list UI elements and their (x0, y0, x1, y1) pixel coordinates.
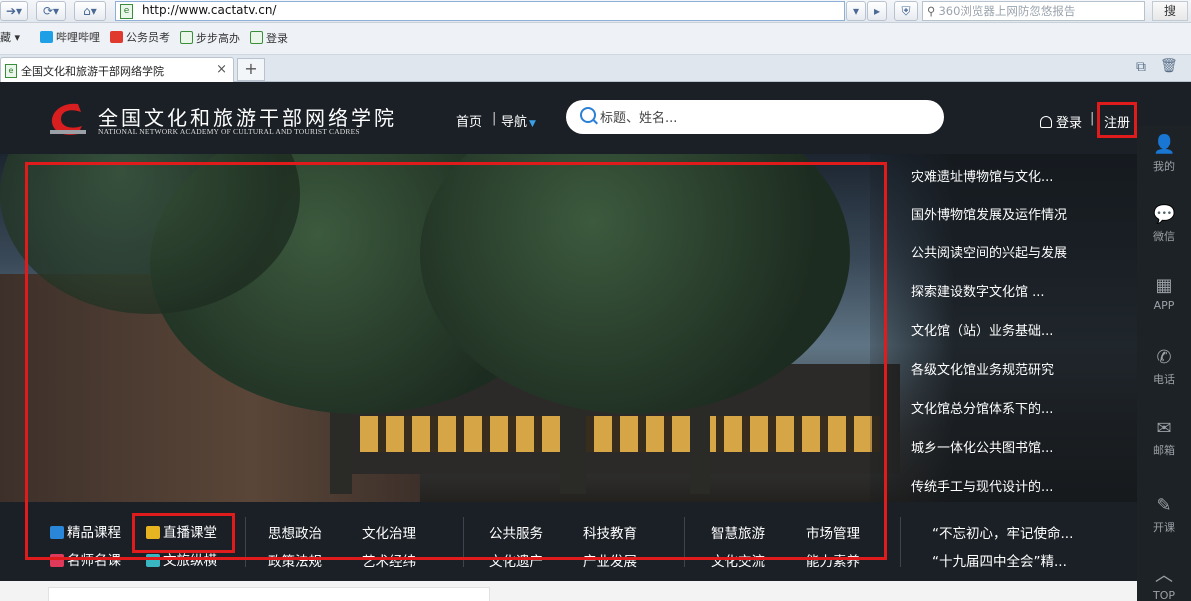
site-search-input[interactable] (598, 108, 922, 128)
content-strip (0, 581, 1137, 601)
site-search-box (566, 100, 944, 134)
website: 全国文化和旅游干部网络学院 NATIONAL NETWORK ACADEMY O… (0, 82, 1191, 601)
bookmark-icon (110, 31, 123, 43)
promo-link[interactable]: “十九届四中全会”精... (932, 550, 1067, 570)
divider (900, 517, 901, 567)
restore-icon[interactable]: ⧉ (1136, 59, 1146, 75)
user-icon: 👤 (1153, 134, 1176, 155)
toolbar-back-to-top[interactable]: ︿ TOP (1137, 566, 1191, 601)
favorites-menu[interactable]: 藏 ▾ (0, 31, 20, 45)
tab-title: 全国文化和旅游干部网络学院 (21, 65, 164, 78)
favorite-bilibili[interactable]: 哔哩哔哩 (40, 31, 100, 45)
news-item[interactable]: 灾难遗址博物馆与文化... (911, 166, 1101, 185)
search-icon[interactable] (580, 107, 596, 123)
home-button[interactable]: ⌂▾ (74, 1, 106, 21)
url-field[interactable]: e http://www.cactatv.cn/ (115, 1, 845, 21)
nav-home-link[interactable]: 首页 (456, 111, 482, 130)
url-dropdown-button[interactable]: ▾ (846, 1, 866, 21)
search-placeholder: 360浏览器上网防忽悠报告 (938, 4, 1076, 18)
toolbar-mail[interactable]: ✉ 邮箱 (1137, 419, 1191, 458)
trash-icon[interactable]: 🗑 (1160, 58, 1178, 74)
refresh-icon: ⟳▾ (42, 4, 60, 18)
news-item[interactable]: 各级文化馆业务规范研究 (911, 359, 1101, 378)
logo-subtitle: NATIONAL NETWORK ACADEMY OF CULTURAL AND… (98, 127, 360, 136)
new-tab-button[interactable]: + (237, 58, 265, 81)
tab-bar: e 全国文化和旅游干部网络学院 × + ⧉ 🗑 (0, 55, 1191, 82)
nav-guide-menu[interactable]: 导航 ▼ (501, 111, 536, 130)
toolbar-wechat[interactable]: 💬 微信 (1137, 205, 1191, 244)
favorite-civil-exam[interactable]: 公务员考 (110, 31, 170, 45)
news-item[interactable]: 公共阅读空间的兴起与发展 (911, 242, 1101, 261)
security-button[interactable]: ⛨ (894, 1, 918, 21)
promo-link[interactable]: “不忘初心，牢记使命... (932, 522, 1073, 542)
chevron-up-icon: ︿ (1155, 565, 1173, 586)
news-item[interactable]: 文化馆总分馆体系下的... (911, 398, 1101, 417)
browser-search-input[interactable]: ⚲ 360浏览器上网防忽悠报告 (922, 1, 1145, 21)
news-item[interactable]: 文化馆（站）业务基础... (911, 320, 1101, 339)
wechat-icon: 💬 (1153, 204, 1176, 225)
play-arrow-icon: ▸ (873, 4, 881, 18)
right-toolbar: 👤 我的 💬 微信 ▦ APP ✆ 电话 ✉ 邮箱 ✎ 开课 ︿ TOP (1137, 126, 1191, 601)
search-icon: ⚲ (927, 4, 936, 18)
caret-down-icon: ▼ (529, 119, 536, 129)
live-class-highlight (132, 513, 235, 553)
chevron-down-icon: ▾ (852, 4, 860, 18)
register-link[interactable]: 注册 (1104, 112, 1130, 131)
go-button[interactable]: ▸ (867, 1, 887, 21)
mail-icon: ✉ (1156, 418, 1172, 439)
favorites-bar: 藏 ▾ 哔哩哔哩 公务员考 步步高办 登录 (0, 23, 1191, 55)
toolbar-phone[interactable]: ✆ 电话 (1137, 348, 1191, 387)
browser-address-bar: ➔▾ ⟳▾ ⌂▾ e http://www.cactatv.cn/ ▾ ▸ ⛨ … (0, 0, 1191, 23)
tab-active[interactable]: e 全国文化和旅游干部网络学院 × (0, 57, 234, 82)
refresh-button[interactable]: ⟳▾ (36, 1, 66, 21)
forward-arrow-icon: ➔▾ (5, 4, 23, 18)
news-item[interactable]: 探索建设数字文化馆 ... (911, 281, 1101, 300)
news-item[interactable]: 国外博物馆发展及运作情况 (911, 204, 1101, 223)
page-icon: e (5, 64, 17, 78)
toolbar-app[interactable]: ▦ APP (1137, 275, 1191, 313)
edit-icon: ✎ (1156, 495, 1172, 516)
browser-search-button[interactable]: 搜 (1152, 1, 1188, 21)
page-icon (250, 31, 263, 44)
forward-button[interactable]: ➔▾ (0, 1, 28, 21)
login-separator: | (1090, 111, 1095, 126)
phone-icon: ✆ (1156, 347, 1172, 368)
shield-icon: ⛨ (901, 4, 911, 18)
page-icon (180, 31, 193, 44)
site-header: 全国文化和旅游干部网络学院 NATIONAL NETWORK ACADEMY O… (0, 82, 1191, 154)
qr-code-icon: ▦ (1155, 275, 1173, 296)
academy-logo-icon[interactable] (48, 100, 88, 138)
url-text: http://www.cactatv.cn/ (142, 3, 277, 17)
login-link[interactable]: 登录 (1040, 112, 1082, 131)
news-item[interactable]: 城乡一体化公共图书馆... (911, 437, 1101, 456)
favorite-login[interactable]: 登录 (250, 31, 288, 46)
favorite-bbk[interactable]: 步步高办 (180, 31, 240, 46)
toolbar-open-course[interactable]: ✎ 开课 (1137, 496, 1191, 535)
news-item[interactable]: 传统手工与现代设计的... (911, 476, 1101, 495)
toolbar-mine[interactable]: 👤 我的 (1137, 135, 1191, 174)
nav-separator: | (492, 111, 497, 126)
tv-icon (40, 31, 53, 43)
tab-close-icon[interactable]: × (216, 62, 227, 77)
page-icon: e (120, 4, 133, 19)
home-icon: ⌂▾ (83, 4, 97, 18)
banner-highlight (25, 162, 887, 560)
user-icon (1040, 116, 1052, 128)
